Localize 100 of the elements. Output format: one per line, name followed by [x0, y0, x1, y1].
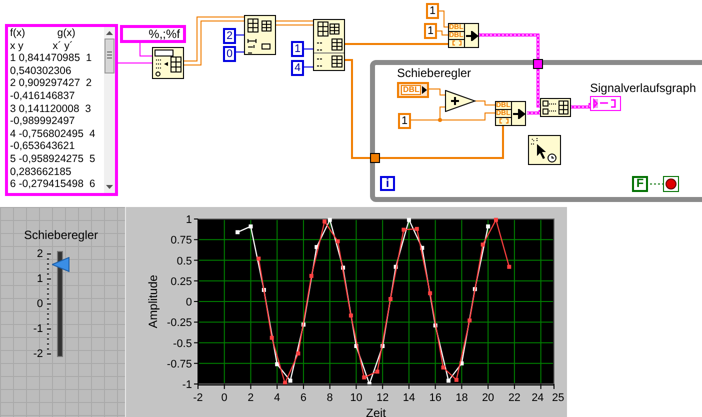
data-point	[275, 362, 280, 366]
tick-label: 2	[36, 248, 43, 260]
data-point	[256, 256, 261, 261]
terminal-label: Schieberegler	[397, 67, 472, 80]
tick-label: 0	[186, 296, 192, 308]
list-line: 2 0,909297427 2	[10, 77, 93, 90]
index-array-function-icon	[313, 19, 345, 71]
tunnel	[533, 59, 543, 69]
data-point	[236, 230, 240, 234]
tick-label: 18	[456, 392, 468, 404]
slider-thumb[interactable]	[52, 256, 70, 272]
tick-label: 20	[482, 392, 494, 404]
slider-label: Schieberegler	[24, 229, 98, 242]
tick-label: 2	[248, 392, 254, 404]
tick-label: 1	[186, 214, 192, 226]
tick-label: 14	[402, 392, 416, 404]
numeric-constant: 1	[398, 113, 411, 129]
spreadsheet-function-icon	[152, 47, 184, 79]
data-point	[270, 336, 274, 340]
tick-label: 0.25	[170, 276, 192, 288]
build-waveform-function-icon	[540, 98, 571, 117]
tick-label: 25	[552, 392, 564, 404]
data-point	[262, 288, 266, 292]
wire-junction-dot	[438, 118, 442, 122]
data-point	[388, 297, 392, 302]
tunnel	[370, 153, 380, 163]
data-point	[301, 322, 306, 327]
tick-label: -0.25	[166, 317, 192, 330]
graph-terminal-icon	[590, 96, 621, 112]
data-point	[394, 264, 398, 269]
data-point	[460, 361, 464, 366]
tick-label: -0.5	[173, 338, 192, 350]
list-line: x y x´ y´	[10, 40, 74, 52]
numeric-constant: 0	[223, 46, 236, 62]
tick-label: 22	[508, 392, 521, 404]
data-point	[362, 375, 366, 380]
axis-title: Zeit	[366, 406, 386, 417]
data-point	[367, 382, 372, 386]
data-point	[380, 344, 385, 348]
format-string-constant: %,;%f	[120, 25, 186, 43]
data-point	[248, 224, 253, 228]
iteration-terminal: i	[380, 176, 395, 191]
list-line: 4 -0,756802495 4	[10, 128, 96, 140]
list-line: -0,416146837	[10, 90, 76, 103]
wire	[274, 24, 314, 26]
stop-condition-icon	[663, 176, 679, 192]
triangle-icon	[422, 86, 427, 94]
data-point	[480, 242, 485, 247]
numeric-constant: 1	[424, 23, 437, 39]
wire	[302, 48, 314, 50]
scrollbar[interactable]	[104, 27, 115, 193]
data-point	[441, 366, 446, 370]
tick-label: 0	[36, 298, 43, 310]
list-line: -0,989992497	[10, 115, 76, 128]
wire	[274, 20, 314, 22]
data-point	[341, 266, 346, 270]
tick-label: -0.75	[166, 358, 192, 370]
type-label: DBL	[401, 85, 422, 95]
data-point	[414, 226, 419, 231]
bracket-icon	[452, 40, 462, 47]
wire	[436, 30, 448, 36]
tick-label: 12	[376, 392, 389, 404]
tick-label: 0.75	[170, 234, 192, 247]
tick-label: 4	[274, 392, 280, 404]
wire	[438, 10, 448, 28]
wire	[140, 42, 152, 56]
data-point	[375, 370, 380, 374]
array-subset-function-icon	[244, 15, 276, 55]
tick-label: 8	[326, 392, 333, 404]
data-point	[428, 291, 432, 296]
data-point	[468, 318, 472, 322]
tick-label: -2	[193, 392, 203, 404]
wait-timer-icon	[528, 135, 561, 165]
data-point	[336, 239, 340, 244]
bracket-icon	[498, 118, 508, 125]
data-point	[446, 378, 451, 383]
axis-title: Amplitude	[146, 274, 160, 328]
tick-label: 0	[221, 392, 228, 404]
data-point	[406, 218, 411, 222]
tick-label: 0.5	[176, 255, 192, 268]
list-line: 6 -0,279415498 6	[10, 178, 96, 191]
tick-label: 10	[350, 392, 362, 404]
terminal-label: Signalverlaufsgraph	[590, 82, 696, 95]
numeric-constant: 4	[291, 60, 304, 76]
wire	[302, 66, 314, 68]
slider-track[interactable]	[57, 251, 63, 357]
tick-label: 16	[429, 392, 442, 404]
data-point	[472, 287, 477, 292]
wire	[526, 110, 542, 114]
numeric-constant: 2	[223, 28, 236, 44]
tick-label: 1	[36, 273, 43, 285]
tick-label: -1	[33, 323, 43, 335]
data-point	[348, 314, 353, 318]
list-line: 0,540302306	[10, 64, 72, 78]
list-line: 1 0,841470985 1	[10, 52, 93, 65]
data-point	[296, 351, 300, 356]
data-point	[354, 344, 358, 348]
numeric-constant: 1	[426, 3, 439, 19]
tick-label: -1	[182, 379, 192, 391]
list-line: 0,283662185	[10, 166, 72, 178]
